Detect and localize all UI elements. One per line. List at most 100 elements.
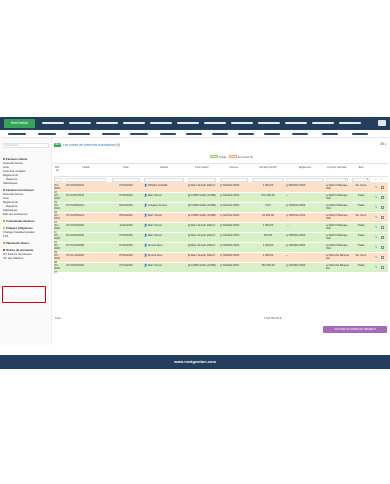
cell-employee[interactable]: 👤Ahmed Alou bbox=[144, 254, 184, 257]
sidebar-item[interactable]: OV des Salaires bbox=[3, 256, 51, 260]
cell-account[interactable]: ◈2020 th Banque ING bbox=[326, 204, 350, 211]
table-row[interactable]: OV-2021 01OV 02/05/202125/01/2021👤Marc S… bbox=[54, 213, 388, 224]
add-transfer-button[interactable]: AJOUTER UN ORDRE DE VIREMENT bbox=[323, 326, 387, 333]
row-checkbox[interactable] bbox=[381, 256, 384, 259]
row-checkbox[interactable] bbox=[381, 196, 384, 199]
top-nav-item-12[interactable] bbox=[339, 122, 361, 124]
cell-supplier[interactable]: ▦Marc Simeth (Marc!) bbox=[188, 254, 218, 257]
cell-payment[interactable]: — bbox=[286, 224, 324, 227]
row-checkbox[interactable] bbox=[381, 246, 384, 249]
sidebar-item[interactable]: Etat des échéances bbox=[3, 212, 51, 216]
row-checkbox[interactable] bbox=[381, 236, 384, 239]
top-nav-item-5[interactable] bbox=[150, 122, 172, 124]
table-row[interactable]: OV-2021 02OV 02/05/202102/01/2021👤Lohaps… bbox=[54, 203, 388, 214]
col-status[interactable]: État bbox=[352, 166, 370, 169]
table-row[interactable]: OV-2023 03OV 04/07/202307/02/2022👤Marc S… bbox=[54, 193, 388, 204]
sub-nav-item-13[interactable] bbox=[352, 133, 368, 135]
cell-supplier[interactable]: ▦COBA SARL (COBA) bbox=[188, 194, 218, 197]
table-row[interactable]: OV-2023 02OV 03/03/202307/02/2023👤ASMAA … bbox=[54, 183, 388, 194]
sub-nav-item-11[interactable] bbox=[292, 133, 308, 135]
cell-account[interactable]: ◈2020 th Banque ING bbox=[326, 234, 350, 241]
top-nav-item-2[interactable] bbox=[69, 122, 91, 124]
close-icon[interactable]: × bbox=[381, 177, 383, 181]
cell-invoice[interactable]: ▤SF2302-0006 bbox=[220, 194, 250, 197]
filter-account-select[interactable]: ▾ bbox=[326, 178, 348, 182]
filter-invoice-input[interactable] bbox=[220, 178, 248, 182]
edit-icon[interactable]: ✎ bbox=[375, 215, 377, 219]
filter-date-input[interactable] bbox=[112, 178, 140, 182]
cell-employee[interactable]: 👤ASMAA OUAMA bbox=[144, 184, 184, 187]
gear-icon[interactable]: ⚙ bbox=[250, 155, 253, 159]
col-employee[interactable]: Salarié bbox=[144, 166, 184, 169]
filter-label-input[interactable] bbox=[66, 178, 106, 182]
cell-payment[interactable]: ▤SP2102-0002 bbox=[286, 204, 324, 207]
sidebar-search-input[interactable]: Rechercher ⌕ bbox=[3, 143, 49, 148]
cell-supplier[interactable]: ▦Marc Simeth (Marc!) bbox=[188, 244, 218, 247]
edit-icon[interactable]: ✎ bbox=[375, 185, 377, 189]
cell-supplier[interactable]: ▦Marc Simeth (Marc!) bbox=[188, 184, 218, 187]
edit-icon[interactable]: ✎ bbox=[375, 255, 377, 259]
cell-employee[interactable]: 👤Marc Simon bbox=[144, 224, 184, 227]
cell-payment[interactable]: — bbox=[286, 194, 324, 197]
table-row[interactable]: OV-2020 10OV 03/02/202007/02/2020👤Marc S… bbox=[54, 233, 388, 244]
sub-nav-item-10[interactable] bbox=[264, 133, 280, 135]
cell-account[interactable]: ◈2020 Zet Banque Zet bbox=[326, 254, 350, 261]
top-nav-item-3[interactable] bbox=[96, 122, 118, 124]
top-nav-item-7[interactable] bbox=[204, 122, 226, 124]
row-checkbox[interactable] bbox=[381, 226, 384, 229]
top-nav-item-1[interactable] bbox=[42, 122, 64, 124]
cell-employee[interactable]: 👤Marc Simon bbox=[144, 234, 184, 237]
sub-nav-item-2[interactable] bbox=[38, 133, 56, 135]
edit-icon[interactable]: ✎ bbox=[375, 265, 377, 269]
sub-nav-item-3[interactable] bbox=[68, 133, 90, 135]
footer[interactable]: www.nextgestion.com bbox=[0, 355, 390, 369]
language-flag-icon[interactable] bbox=[378, 120, 386, 126]
edit-icon[interactable]: ✎ bbox=[375, 195, 377, 199]
col-invoice[interactable]: Facture bbox=[220, 166, 248, 169]
sub-nav-item-8[interactable] bbox=[212, 133, 228, 135]
sub-nav-item-9[interactable] bbox=[238, 133, 254, 135]
cell-ref[interactable]: OV-2020 07 bbox=[54, 264, 62, 274]
col-date[interactable]: Date bbox=[112, 166, 140, 169]
cell-supplier[interactable]: ▦Marc Simeth (Marc!) bbox=[188, 224, 218, 227]
col-payment[interactable]: Règlement bbox=[286, 166, 324, 169]
filter-payment-input[interactable] bbox=[286, 178, 324, 182]
page-size-select[interactable]: 25▾ bbox=[380, 142, 386, 147]
table-row[interactable]: OV-2020 07 OV 06/02/2020 27/01/2020 👤Marc S… bbox=[54, 263, 388, 274]
col-supplier[interactable]: Fournisseur bbox=[188, 166, 216, 169]
cell-payment[interactable]: ▤SP2002-0004 bbox=[286, 244, 324, 247]
sub-nav-item-1[interactable] bbox=[8, 133, 26, 135]
cell-supplier[interactable]: ▦COBA SARL (COBA) bbox=[188, 204, 218, 207]
cell-invoice[interactable]: ▤SF2002-0005 bbox=[220, 254, 250, 257]
top-nav-item-11[interactable] bbox=[312, 122, 334, 124]
row-checkbox[interactable] bbox=[381, 186, 384, 189]
sidebar-item[interactable]: TVA bbox=[3, 234, 51, 238]
top-nav-item-4[interactable] bbox=[123, 122, 145, 124]
cell-invoice[interactable]: ▤SF2002-0006 bbox=[220, 244, 250, 247]
cell-payment[interactable]: ▤SP2002-0003 bbox=[286, 234, 324, 237]
top-nav-item-10[interactable] bbox=[285, 122, 307, 124]
cell-employee[interactable]: 👤Marc Simon bbox=[144, 264, 184, 267]
search-icon[interactable]: ⌕ bbox=[46, 144, 47, 147]
cell-account[interactable]: ◈2020 th Banque ING bbox=[326, 244, 350, 251]
cell-payment[interactable]: ▤BP2302-0003 bbox=[286, 184, 324, 187]
sub-nav-item-7[interactable] bbox=[186, 133, 202, 135]
cell-invoice[interactable]: ▤SF2302-0005 bbox=[220, 184, 250, 187]
row-checkbox[interactable] bbox=[381, 266, 384, 269]
filter-amount-input[interactable] bbox=[252, 178, 284, 182]
app-logo[interactable]: NextGestion bbox=[4, 119, 35, 128]
sidebar-item[interactable]: Paiements divers bbox=[3, 241, 51, 245]
sub-nav-item-12[interactable] bbox=[322, 133, 338, 135]
cell-invoice[interactable]: ▤SF2012-0002 bbox=[220, 214, 250, 217]
cell-invoice[interactable]: ▤SF2002-0003 bbox=[220, 234, 250, 237]
cell-payment[interactable]: ▤SP2012-0011 bbox=[286, 214, 324, 217]
new-badge[interactable]: NEW bbox=[54, 143, 61, 147]
cell-payment[interactable]: — bbox=[286, 254, 324, 257]
sidebar-item[interactable]: Commandes factures bbox=[3, 219, 51, 223]
cell-account[interactable]: ◈2020 th Banque ING bbox=[326, 224, 350, 231]
top-nav-item-8[interactable] bbox=[231, 122, 253, 124]
filter-ref-input[interactable] bbox=[54, 178, 62, 182]
cell-employee[interactable]: 👤Marc Simon bbox=[144, 194, 184, 197]
legend-pending[interactable]: En cours bbox=[229, 155, 249, 159]
sub-nav-item-6[interactable] bbox=[160, 133, 176, 135]
